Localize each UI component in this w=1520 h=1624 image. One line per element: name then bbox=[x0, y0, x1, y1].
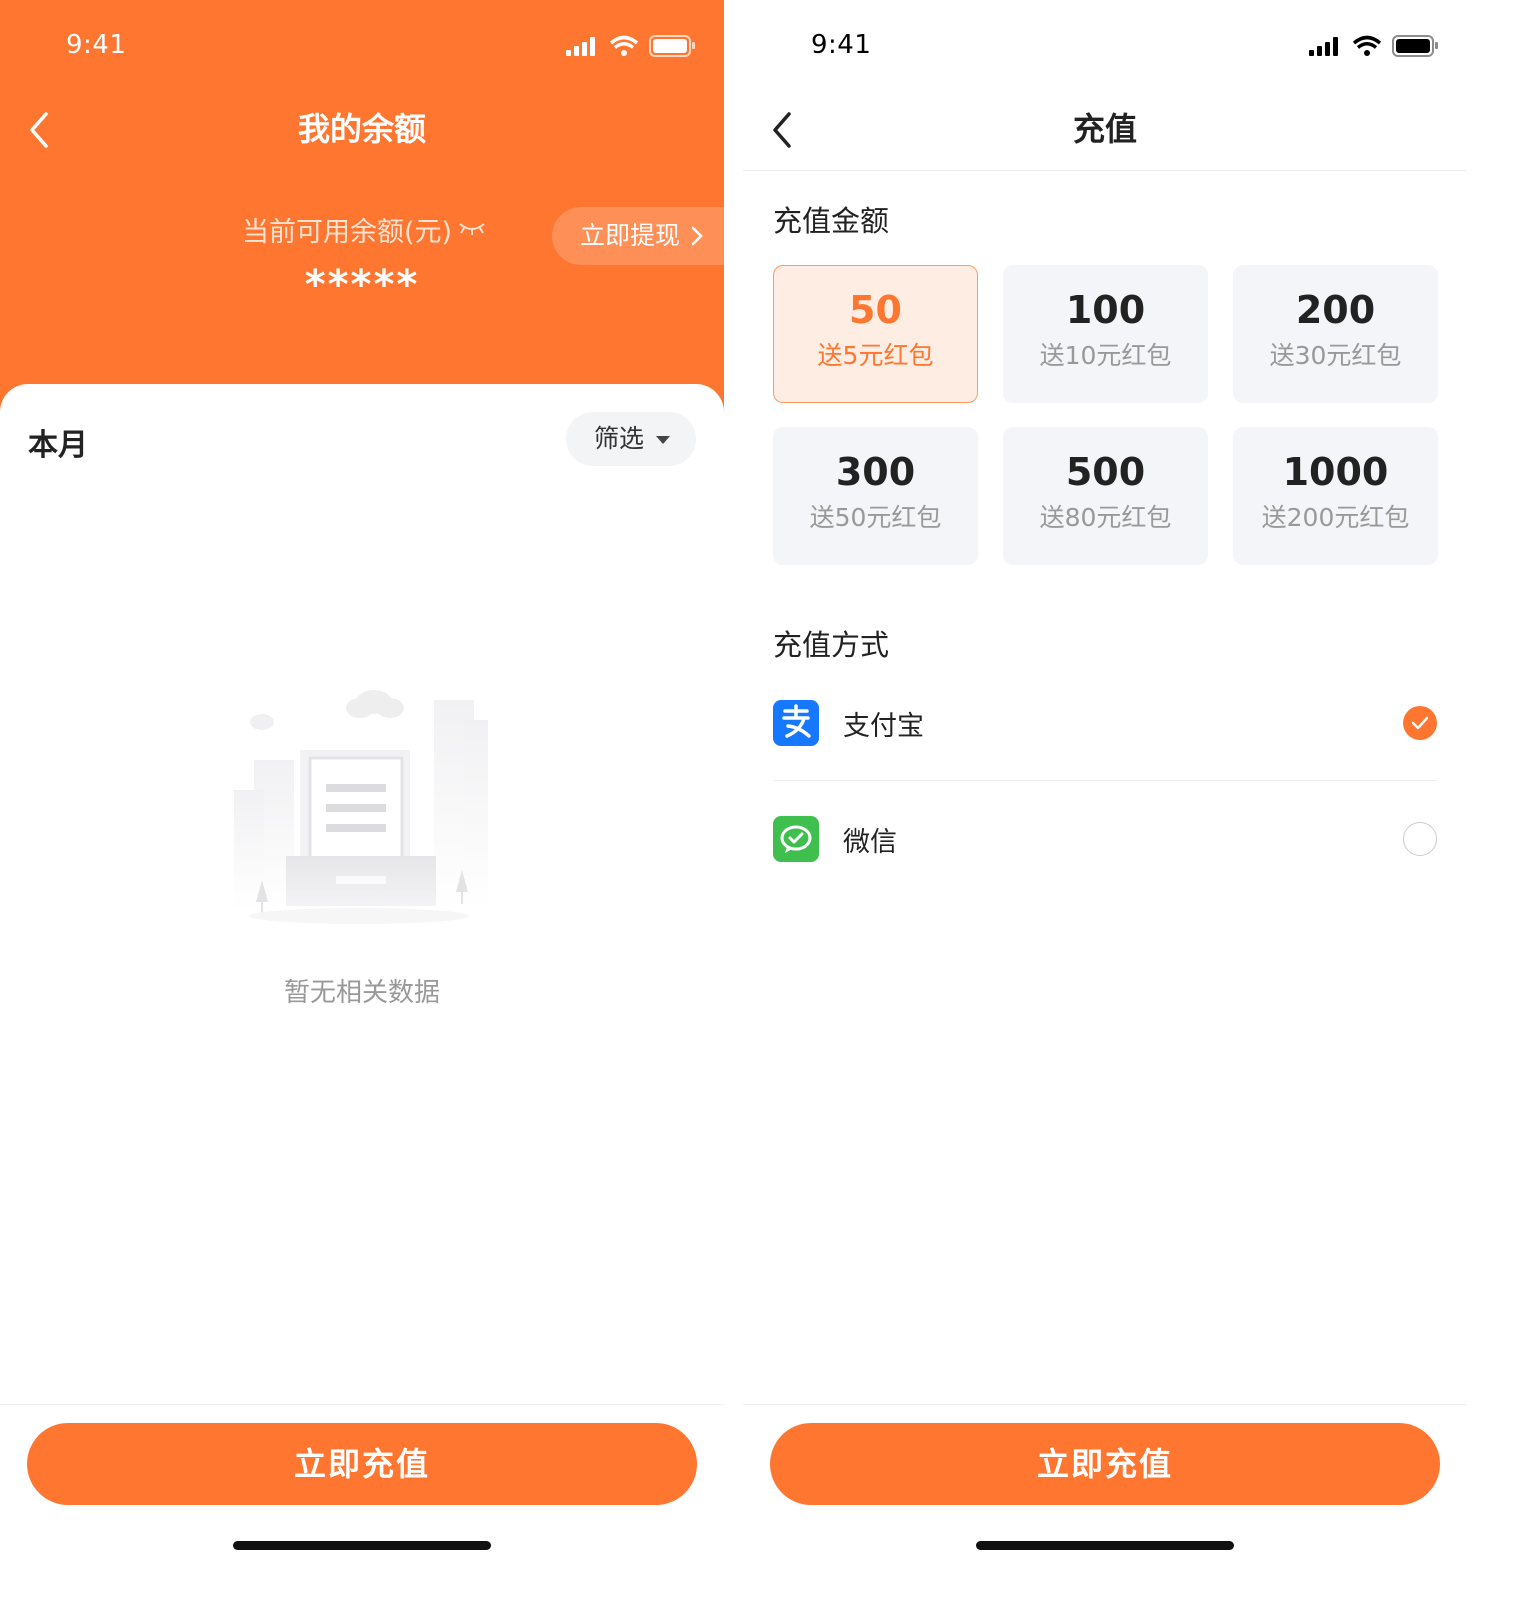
wechat-icon bbox=[773, 816, 819, 862]
balance-screen: 9:41 我的余额 当前可用余额(元) ***** 立即提现 本月 筛选 暂无相… bbox=[0, 0, 724, 1624]
amount-gift: 送10元红包 bbox=[1039, 341, 1172, 370]
status-time: 9:41 bbox=[811, 30, 872, 60]
eye-closed-icon[interactable] bbox=[458, 220, 486, 240]
caret-down-icon bbox=[656, 436, 670, 444]
signal-wifi-battery-icon bbox=[1309, 35, 1438, 57]
amount-value: 300 bbox=[835, 450, 916, 494]
amount-section-title: 充值金额 bbox=[773, 204, 890, 238]
status-icons bbox=[1309, 34, 1439, 62]
amount-option-300[interactable]: 300 送50元红包 bbox=[773, 427, 978, 565]
amount-gift: 送200元红包 bbox=[1261, 503, 1410, 532]
empty-state-illustration bbox=[224, 680, 494, 940]
filter-label: 筛选 bbox=[594, 424, 645, 453]
amount-option-500[interactable]: 500 送80元红包 bbox=[1003, 427, 1208, 565]
amount-gift: 送80元红包 bbox=[1039, 503, 1172, 532]
payment-method-wechat[interactable]: 微信 bbox=[773, 806, 1437, 886]
filter-button[interactable]: 筛选 bbox=[566, 412, 696, 466]
balance-label: 当前可用余额(元) bbox=[242, 217, 453, 248]
empty-state-text: 暂无相关数据 bbox=[283, 978, 440, 1008]
amount-gift: 送5元红包 bbox=[817, 341, 934, 370]
amount-value: 500 bbox=[1065, 450, 1146, 494]
alipay-icon bbox=[773, 700, 819, 746]
amount-gift: 送50元红包 bbox=[809, 503, 942, 532]
status-icons bbox=[566, 34, 696, 62]
status-bar: 9:41 bbox=[743, 0, 1467, 90]
amount-value: 200 bbox=[1295, 288, 1376, 332]
amount-value: 1000 bbox=[1282, 450, 1389, 494]
payment-method-name: 支付宝 bbox=[843, 711, 924, 742]
recharge-button[interactable]: 立即充值 bbox=[27, 1423, 697, 1505]
recharge-screen: 9:41 充值 充值金额 50 送5元红包 100 送10元红包 200 送30… bbox=[743, 0, 1467, 1624]
payment-divider bbox=[773, 780, 1437, 781]
withdraw-button[interactable]: 立即提现 bbox=[552, 207, 724, 265]
method-section-title: 充值方式 bbox=[773, 628, 890, 662]
home-indicator bbox=[233, 1541, 491, 1550]
amount-option-50[interactable]: 50 送5元红包 bbox=[773, 265, 978, 403]
amount-gift: 送30元红包 bbox=[1269, 341, 1402, 370]
radio-unchecked-icon[interactable] bbox=[1403, 822, 1437, 856]
recharge-button[interactable]: 立即充值 bbox=[770, 1423, 1440, 1505]
payment-method-name: 微信 bbox=[843, 827, 897, 858]
radio-checked-icon[interactable] bbox=[1403, 706, 1437, 740]
amount-value: 50 bbox=[849, 288, 902, 332]
page-title: 充值 bbox=[1072, 110, 1137, 148]
amount-option-200[interactable]: 200 送30元红包 bbox=[1233, 265, 1438, 403]
withdraw-label: 立即提现 bbox=[580, 221, 681, 250]
status-bar: 9:41 bbox=[0, 0, 724, 90]
bottom-bar: 立即充值 bbox=[743, 1404, 1467, 1624]
status-time: 9:41 bbox=[66, 30, 127, 60]
bottom-bar: 立即充值 bbox=[0, 1404, 724, 1624]
amount-value: 100 bbox=[1065, 288, 1146, 332]
chevron-right-icon bbox=[691, 226, 703, 246]
page-title: 我的余额 bbox=[297, 110, 426, 148]
nav-divider bbox=[743, 170, 1467, 171]
payment-method-alipay[interactable]: 支付宝 bbox=[773, 690, 1437, 770]
month-label: 本月 bbox=[28, 428, 88, 463]
home-indicator bbox=[976, 1541, 1234, 1550]
signal-wifi-battery-icon bbox=[566, 35, 695, 57]
balance-value: ***** bbox=[304, 262, 420, 308]
amount-option-1000[interactable]: 1000 送200元红包 bbox=[1233, 427, 1438, 565]
amount-option-100[interactable]: 100 送10元红包 bbox=[1003, 265, 1208, 403]
